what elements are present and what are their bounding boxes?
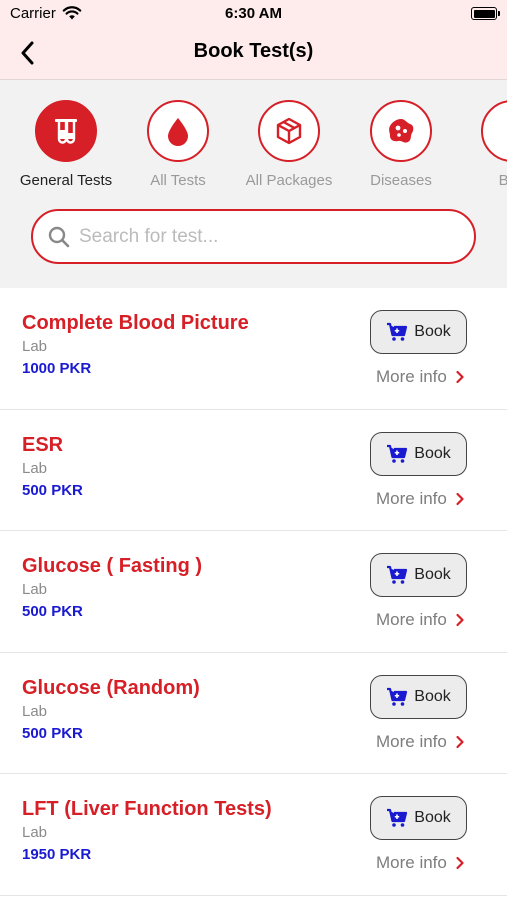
category-icon-circle xyxy=(35,100,97,162)
test-price: 1000 PKR xyxy=(22,360,92,377)
test-price: 500 PKR xyxy=(22,724,83,742)
category-icon-circle xyxy=(370,100,432,162)
more-info-label: More info xyxy=(376,731,447,751)
category-icon-circle xyxy=(258,100,320,162)
more-info-link[interactable]: More info xyxy=(376,853,465,873)
test-row: ESR Lab 500 PKR Book More info xyxy=(0,409,507,531)
category-icon-circle xyxy=(481,100,507,162)
status-time: 6:30 AM xyxy=(225,5,282,22)
more-info-link[interactable]: More info xyxy=(376,732,465,752)
status-bar: Carrier 6:30 AM xyxy=(0,0,507,28)
book-label: Book xyxy=(414,809,451,826)
virus-cell-icon xyxy=(389,119,414,143)
test-name: LFT (Liver Function Tests) xyxy=(22,798,272,820)
test-row: Complete Blood Picture Lab 1000 PKR Book… xyxy=(0,288,507,410)
header-panel: General Tests All Tests All Packages Dis… xyxy=(0,80,507,288)
more-info-label: More info xyxy=(376,488,447,508)
cart-add-icon xyxy=(387,322,408,341)
test-type: Lab xyxy=(22,824,48,841)
navigation-bar: Book Test(s) xyxy=(0,28,507,80)
category-partial[interactable]: Boo xyxy=(456,100,507,189)
test-list: Complete Blood Picture Lab 1000 PKR Book… xyxy=(0,288,507,896)
book-label: Book xyxy=(414,323,451,340)
test-row: Glucose ( Fasting ) Lab 500 PKR Book Mor… xyxy=(0,531,507,653)
test-tubes-icon xyxy=(55,119,77,144)
chevron-right-icon xyxy=(456,856,464,870)
more-info-label: More info xyxy=(376,367,447,386)
book-button[interactable]: Book xyxy=(370,553,467,597)
category-general-tests[interactable]: General Tests xyxy=(10,100,122,189)
book-label: Book xyxy=(414,566,451,583)
book-button[interactable]: Book xyxy=(370,674,467,719)
test-row: Glucose (Random) Lab 500 PKR Book More i… xyxy=(0,652,507,774)
category-label: All Packages xyxy=(245,172,333,189)
more-info-label: More info xyxy=(376,610,447,629)
chevron-right-icon xyxy=(456,492,464,505)
category-label: Boo xyxy=(498,172,507,189)
category-all-tests[interactable]: All Tests xyxy=(122,100,234,189)
test-row: LFT (Liver Function Tests) Lab 1950 PKR … xyxy=(0,774,507,896)
chevron-right-icon xyxy=(456,613,464,627)
category-diseases[interactable]: Diseases xyxy=(345,100,457,189)
package-box-icon xyxy=(276,117,302,145)
test-name: Glucose ( Fasting ) xyxy=(22,555,203,577)
test-type: Lab xyxy=(22,581,48,598)
test-price: 500 PKR xyxy=(22,603,83,620)
blood-drop-icon xyxy=(168,118,188,146)
book-button[interactable]: Book xyxy=(370,796,467,840)
category-icon-circle xyxy=(147,100,209,162)
cart-add-icon xyxy=(387,565,408,584)
search-icon xyxy=(48,226,70,247)
book-label: Book xyxy=(414,687,451,705)
search-box[interactable] xyxy=(31,209,476,264)
book-button[interactable]: Book xyxy=(370,431,467,476)
page-title: Book Test(s) xyxy=(193,40,314,62)
test-price: 500 PKR xyxy=(22,481,83,499)
test-price: 1950 PKR xyxy=(22,846,92,863)
more-info-link[interactable]: More info xyxy=(376,610,465,630)
book-button[interactable]: Book xyxy=(370,310,467,354)
search-input[interactable] xyxy=(79,225,439,248)
category-scroller[interactable]: General Tests All Tests All Packages Dis… xyxy=(0,100,507,190)
test-name: Glucose (Random) xyxy=(22,676,200,699)
cart-add-icon xyxy=(387,687,408,706)
book-label: Book xyxy=(414,444,451,462)
category-label: All Tests xyxy=(150,172,206,189)
more-info-label: More info xyxy=(376,853,447,872)
category-all-packages[interactable]: All Packages xyxy=(233,100,345,189)
category-label: General Tests xyxy=(19,172,113,189)
test-type: Lab xyxy=(22,459,48,477)
cart-add-icon xyxy=(387,808,408,827)
test-type: Lab xyxy=(22,338,48,355)
more-info-link[interactable]: More info xyxy=(376,489,465,509)
test-name: ESR xyxy=(22,433,64,456)
chevron-right-icon xyxy=(456,370,464,384)
more-info-link[interactable]: More info xyxy=(376,367,465,387)
category-label: Diseases xyxy=(370,172,432,189)
test-name: Complete Blood Picture xyxy=(22,312,249,334)
cart-add-icon xyxy=(387,444,408,463)
chevron-right-icon xyxy=(456,735,464,748)
test-type: Lab xyxy=(22,702,48,720)
battery-icon xyxy=(471,7,500,20)
